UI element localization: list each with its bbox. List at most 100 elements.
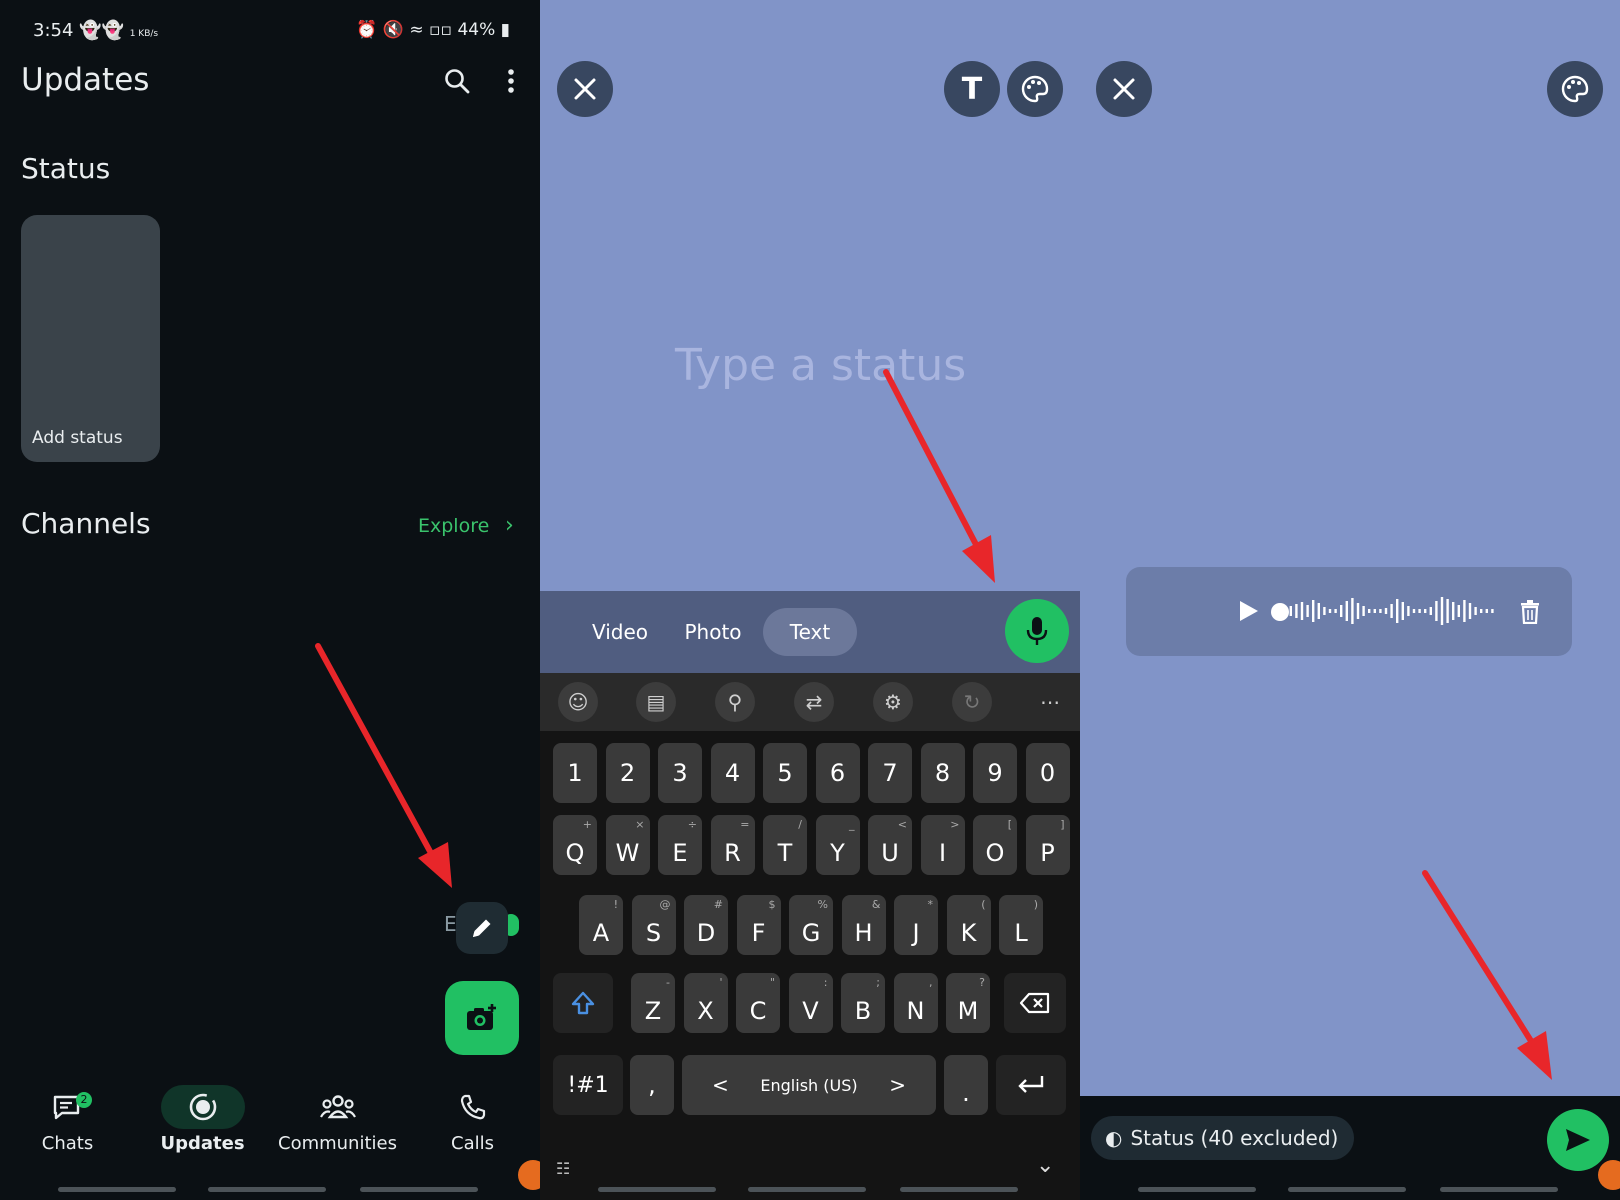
key-label: 1 [567, 759, 583, 787]
key-label: 6 [829, 759, 846, 787]
key-c[interactable]: C " [736, 973, 780, 1033]
tab-video[interactable]: Video [580, 608, 660, 656]
audience-selector[interactable]: ◐ Status (40 excluded) [1091, 1116, 1355, 1160]
key-p[interactable]: P] [1025, 815, 1070, 875]
close-button[interactable] [1096, 61, 1152, 117]
comma-key[interactable]: , [630, 1055, 674, 1115]
key-e[interactable]: E ÷ [658, 815, 702, 875]
key-n[interactable]: N, [893, 973, 938, 1033]
palette-button[interactable] [1547, 61, 1603, 117]
shift-icon [571, 991, 595, 1015]
gesture-bar [1440, 1187, 1558, 1192]
seek-handle[interactable] [1271, 603, 1289, 621]
tab-photo[interactable]: Photo [673, 608, 753, 656]
key-y[interactable]: Y _ [815, 815, 860, 875]
key-5[interactable]: 5 [763, 743, 807, 803]
period-key[interactable]: . [944, 1055, 988, 1115]
trash-icon[interactable] [1520, 600, 1540, 628]
keyboard-hide-icon[interactable]: ⌄ [1036, 1153, 1054, 1178]
key-h[interactable]: H & [841, 895, 886, 955]
key-b[interactable]: B; [841, 973, 885, 1033]
symbols-key[interactable]: !#1 [553, 1055, 623, 1115]
key-z[interactable]: Z- [631, 973, 675, 1033]
key-r[interactable]: R = [710, 815, 755, 875]
key-t[interactable]: T / [763, 815, 807, 875]
search-icon[interactable]: ⚲ [715, 682, 755, 722]
tab-text[interactable]: Text [763, 608, 857, 656]
key-d[interactable]: D # [684, 895, 728, 955]
add-status-card[interactable]: Add status [21, 215, 160, 462]
nav-updates[interactable]: Updates [135, 1085, 270, 1154]
close-button[interactable] [557, 61, 613, 117]
backspace-icon [1019, 992, 1050, 1014]
key-l[interactable]: L) [999, 895, 1043, 955]
key-label: K [960, 919, 977, 947]
chat-icon [0, 1085, 135, 1129]
key-9[interactable]: 9 [973, 743, 1017, 803]
space-bar[interactable]: < English (US) > [682, 1055, 936, 1115]
key-q[interactable]: Q + [553, 815, 597, 875]
more-icon[interactable]: ⋯ [1030, 682, 1070, 722]
key-s[interactable]: S @ [631, 895, 676, 955]
key-k[interactable]: K( [946, 895, 991, 955]
key-label: 4 [724, 759, 741, 787]
shift-key[interactable] [553, 973, 613, 1033]
waveform-bar [1323, 607, 1326, 615]
key-v[interactable]: V: [788, 973, 833, 1033]
status-bar: 3:54 👻👻 1 KB/s ⏰ 🔇 ≈ ▫▫ 44% ▮ [33, 18, 510, 42]
keyboard-layout-icon[interactable]: ☷ [556, 1159, 570, 1178]
status-text-input[interactable]: Type a status [675, 340, 966, 391]
key-6[interactable]: 6 [815, 743, 860, 803]
add-status-label: Add status [32, 428, 123, 448]
backspace-key[interactable] [1004, 973, 1066, 1033]
key-3[interactable]: 3 [658, 743, 702, 803]
mode-switch-icon[interactable]: ↻ [952, 682, 992, 722]
waveform-bar [1468, 603, 1472, 619]
nav-calls[interactable]: Calls [405, 1085, 540, 1154]
key-o[interactable]: O[ [973, 815, 1017, 875]
search-icon[interactable] [440, 64, 474, 98]
key-a[interactable]: A! [579, 895, 623, 955]
text-status-button[interactable] [456, 902, 508, 954]
settings-icon[interactable]: ⚙ [873, 682, 913, 722]
key-label: X [697, 997, 714, 1025]
key-i[interactable]: I > [920, 815, 965, 875]
emoji-icon[interactable]: ☺ [558, 682, 598, 722]
key-0[interactable]: 0 [1025, 743, 1070, 803]
key-m[interactable]: M? [946, 973, 990, 1033]
translate-icon[interactable]: ⇄ [794, 682, 834, 722]
clipboard-icon[interactable]: ▤ [636, 682, 676, 722]
send-bar: ◐ Status (40 excluded) [1080, 1096, 1620, 1200]
camera-status-button[interactable] [445, 981, 519, 1055]
key-8[interactable]: 8 [920, 743, 965, 803]
waveform-bar [1457, 605, 1460, 617]
channels-heading: Channels [21, 507, 151, 540]
font-button[interactable]: T [944, 61, 1000, 117]
more-options-icon[interactable] [494, 64, 528, 98]
voice-record-button[interactable] [1005, 599, 1069, 663]
key-hint: ! [613, 898, 618, 911]
key-2[interactable]: 2 [605, 743, 650, 803]
text-status-editor: T Type a status Video Photo Text ☺ ▤ ⚲ ⇄… [540, 0, 1080, 1200]
explore-link[interactable]: Explore [418, 515, 489, 537]
key-x[interactable]: X ' [683, 973, 728, 1033]
microphone-icon [1026, 617, 1048, 645]
send-button[interactable] [1547, 1109, 1609, 1171]
nav-communities[interactable]: Communities [270, 1085, 405, 1154]
key-7[interactable]: 7 [868, 743, 912, 803]
chevron-right-icon[interactable]: › [505, 513, 514, 538]
nav-chats[interactable]: 2 Chats [0, 1085, 135, 1154]
enter-key[interactable] [996, 1055, 1066, 1115]
key-4[interactable]: 4 [710, 743, 755, 803]
palette-button[interactable] [1007, 61, 1063, 117]
key-u[interactable]: U < [868, 815, 912, 875]
key-f[interactable]: F $ [736, 895, 781, 955]
key-1[interactable]: 1 [553, 743, 597, 803]
play-icon[interactable] [1238, 599, 1260, 627]
key-w[interactable]: W × [605, 815, 650, 875]
space-next: > [889, 1073, 906, 1097]
waveform [1284, 597, 1494, 625]
key-label: 9 [987, 759, 1003, 787]
key-g[interactable]: G% [789, 895, 833, 955]
key-j[interactable]: J * [894, 895, 938, 955]
